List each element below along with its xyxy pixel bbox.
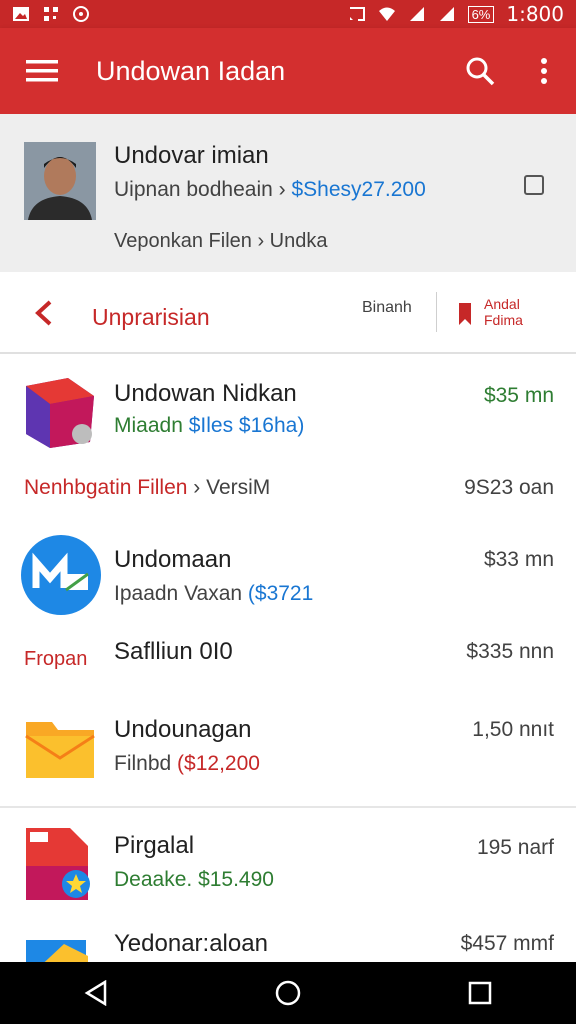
toolbar-button-2[interactable]: Andal Fdima (484, 296, 544, 328)
item-value: 195 narf (476, 836, 554, 859)
back-triangle-icon (84, 980, 107, 1006)
toolbar-divider (436, 292, 437, 332)
item-sub-amount: $Iles $16ha) (188, 414, 305, 437)
secondary-toolbar: Unprarisian Binanh Andal Fdima (0, 272, 576, 354)
item-sub-prefix: Ipaadn Vaxan (114, 582, 243, 605)
item-title: Undomaan (114, 546, 232, 573)
avatar (24, 142, 96, 220)
item-subtitle: Ipaadn Vaxan ($3721 (114, 582, 313, 606)
profile-name: Undovar imian (114, 142, 269, 169)
home-nav-button[interactable] (258, 968, 318, 1018)
menu-button[interactable] (0, 28, 84, 114)
person-photo-icon (24, 142, 96, 220)
list-item[interactable]: Fropan Saflliun 0I0 $335 nnn (0, 628, 576, 688)
battery-label: 6% (467, 5, 495, 23)
item-sub-amount: $15.490 (198, 868, 274, 891)
profile-amount: $Shesy27.200 (291, 178, 426, 201)
item-value: $457 mmf (460, 932, 554, 955)
qr-icon (44, 7, 58, 21)
list-item[interactable]: Nenhbgatin Fillen › VersiM 9S23 oan (0, 460, 576, 516)
list-item[interactable]: Undomaan Ipaadn Vaxan ($3721 $33 mn (0, 528, 576, 628)
item-title-suffix: › VersiM (193, 476, 271, 499)
item-value: $33 mn (483, 548, 554, 571)
status-bar: 6% 1:800 (0, 0, 576, 28)
item-title: Pirgalal (114, 832, 195, 859)
yellow-folder-icon (25, 722, 95, 778)
bookmark-icon[interactable] (458, 302, 472, 326)
back-arrow-icon[interactable] (30, 298, 58, 328)
item-title: Undounagan (114, 716, 252, 743)
item-sub-amount: ($3721 (247, 582, 314, 605)
item-value: 1,50 nnıt (472, 718, 554, 741)
profile-card[interactable]: Undovar imian Uipnan bodheain › $Shesy27… (0, 114, 576, 272)
hamburger-menu-icon (26, 60, 58, 82)
item-value: $335 nnn (466, 640, 554, 663)
item-subtitle: Deaake. $15.490 (114, 868, 274, 892)
item-title-main: Nenhbgatin Fillen (24, 476, 188, 499)
home-circle-icon (275, 980, 301, 1006)
app-title: Undowan Iadan (96, 55, 286, 86)
app-bar: Undowan Iadan (0, 28, 576, 114)
item-subtitle: Miaadn $Iles $16ha) (114, 414, 304, 438)
clock: 1:800 (506, 2, 564, 26)
recents-square-icon (468, 981, 492, 1005)
cast-icon (349, 7, 365, 21)
list-item[interactable]: Undowan Nidkan Miaadn $Iles $16ha) $35 m… (0, 356, 576, 454)
more-vert-icon (541, 58, 547, 84)
item-value: 9S23 oan (464, 476, 554, 499)
more-options-button[interactable] (512, 28, 576, 114)
profile-subtitle: Uipnan bodheain › $Shesy27.200 (114, 178, 426, 202)
item-subtitle: Filnbd ($12,200 (114, 752, 260, 776)
blue-mail-icon (21, 535, 101, 615)
signal-icon-2 (439, 7, 454, 21)
item-sub-prefix: Miaadn (114, 414, 183, 437)
wifi-icon (378, 7, 395, 21)
item-sub-amount: ($12,200 (177, 752, 260, 775)
list-divider (0, 806, 576, 808)
list-item[interactable]: Undounagan Filnbd ($12,200 1,50 nnıt (0, 702, 576, 802)
red-document-star-icon (26, 828, 90, 900)
item-title: Saflliun 0I0 (114, 638, 233, 665)
navigation-bar (0, 962, 576, 1024)
profile-subtitle-prefix: Uipnan bodheain › (114, 178, 286, 201)
image-icon (13, 7, 29, 21)
back-nav-button[interactable] (66, 968, 126, 1018)
toolbar-button-1[interactable]: Binanh (362, 299, 412, 317)
sync-icon (73, 6, 89, 22)
signal-icon (409, 7, 424, 21)
list-item[interactable]: Yedonar:aloan $457 mmf (0, 922, 576, 962)
item-title: Nenhbgatin Fillen › VersiM (24, 476, 270, 500)
item-title: Yedonar:aloan (114, 930, 268, 957)
recents-nav-button[interactable] (450, 968, 510, 1018)
item-left-label: Fropan (24, 648, 88, 670)
select-checkbox[interactable] (524, 175, 544, 195)
colorful-doc-icon (26, 940, 88, 962)
item-title: Undowan Nidkan (114, 380, 297, 407)
red-purple-package-icon (26, 378, 94, 448)
search-icon (466, 57, 495, 86)
item-sub-prefix: Filnbd (114, 752, 172, 775)
list-item[interactable]: Pirgalal Deaake. $15.490 195 narf (0, 816, 576, 916)
item-sub-prefix: Deaake. (114, 868, 193, 891)
profile-meta: Veponkan Filen › Undka (114, 230, 328, 252)
search-button[interactable] (448, 28, 512, 114)
item-value: $35 mn (483, 384, 554, 407)
section-label: Unprarisian (92, 304, 210, 330)
